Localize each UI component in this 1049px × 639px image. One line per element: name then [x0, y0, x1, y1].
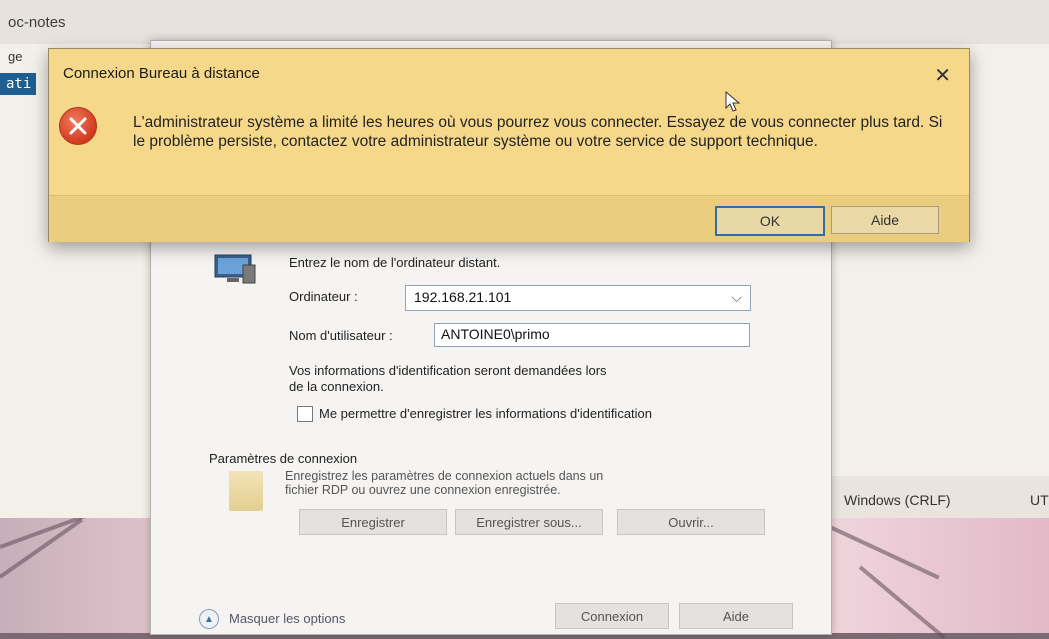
- dialog-message: L'administrateur système a limité les he…: [133, 114, 943, 150]
- ok-button[interactable]: OK: [715, 206, 825, 236]
- connection-settings-title: Paramètres de connexion: [209, 451, 358, 466]
- computer-label: Ordinateur :: [289, 289, 358, 304]
- dialog-help-button[interactable]: Aide: [831, 206, 939, 234]
- wallpaper-leaf: [829, 525, 940, 580]
- save-credentials-checkbox[interactable]: [297, 406, 313, 422]
- open-button[interactable]: Ouvrir...: [617, 509, 765, 535]
- notepad-title-bar: oc-notes: [0, 0, 1049, 44]
- dialog-title: Connexion Bureau à distance: [63, 65, 260, 82]
- notepad-title: oc-notes: [8, 14, 66, 31]
- credentials-note: Vos informations d'identification seront…: [289, 363, 607, 394]
- notepad-selected-text[interactable]: ati: [0, 73, 36, 95]
- close-icon[interactable]: ✕: [934, 63, 951, 88]
- dialog-footer: OK Aide: [49, 195, 969, 242]
- remote-computer-prompt: Entrez le nom de l'ordinateur distant.: [289, 255, 501, 270]
- user-value: ANTOINE0\primo: [441, 326, 550, 342]
- connect-button[interactable]: Connexion: [555, 603, 669, 629]
- computer-value: 192.168.21.101: [414, 289, 512, 305]
- user-field[interactable]: ANTOINE0\primo: [434, 323, 750, 347]
- save-as-button[interactable]: Enregistrer sous...: [455, 509, 603, 535]
- mouse-cursor-icon: [725, 91, 741, 112]
- notepad-menu-fragment[interactable]: ge: [8, 49, 22, 64]
- hide-options-link[interactable]: Masquer les options: [229, 611, 345, 626]
- wallpaper-leaf: [0, 518, 84, 579]
- rdp-help-button[interactable]: Aide: [679, 603, 793, 629]
- computer-monitor-icon: [214, 254, 256, 284]
- chevron-down-icon[interactable]: ⌵: [731, 289, 742, 306]
- encoding-status: UT: [1030, 492, 1049, 508]
- notepad-status-bar: Windows (CRLF) UT: [820, 476, 1049, 518]
- line-ending-status: Windows (CRLF): [844, 492, 951, 508]
- error-dialog: Connexion Bureau à distance ✕ L'administ…: [48, 48, 970, 242]
- computer-combobox[interactable]: 192.168.21.101 ⌵: [405, 285, 751, 311]
- save-credentials-label: Me permettre d'enregistrer les informati…: [319, 406, 653, 421]
- folder-icon: [229, 471, 263, 511]
- error-icon: [59, 107, 97, 145]
- user-label: Nom d'utilisateur :: [289, 328, 393, 343]
- save-button[interactable]: Enregistrer: [299, 509, 447, 535]
- connection-settings-desc: Enregistrez les paramètres de connexion …: [285, 469, 604, 497]
- chevron-up-icon[interactable]: ▲: [199, 609, 219, 629]
